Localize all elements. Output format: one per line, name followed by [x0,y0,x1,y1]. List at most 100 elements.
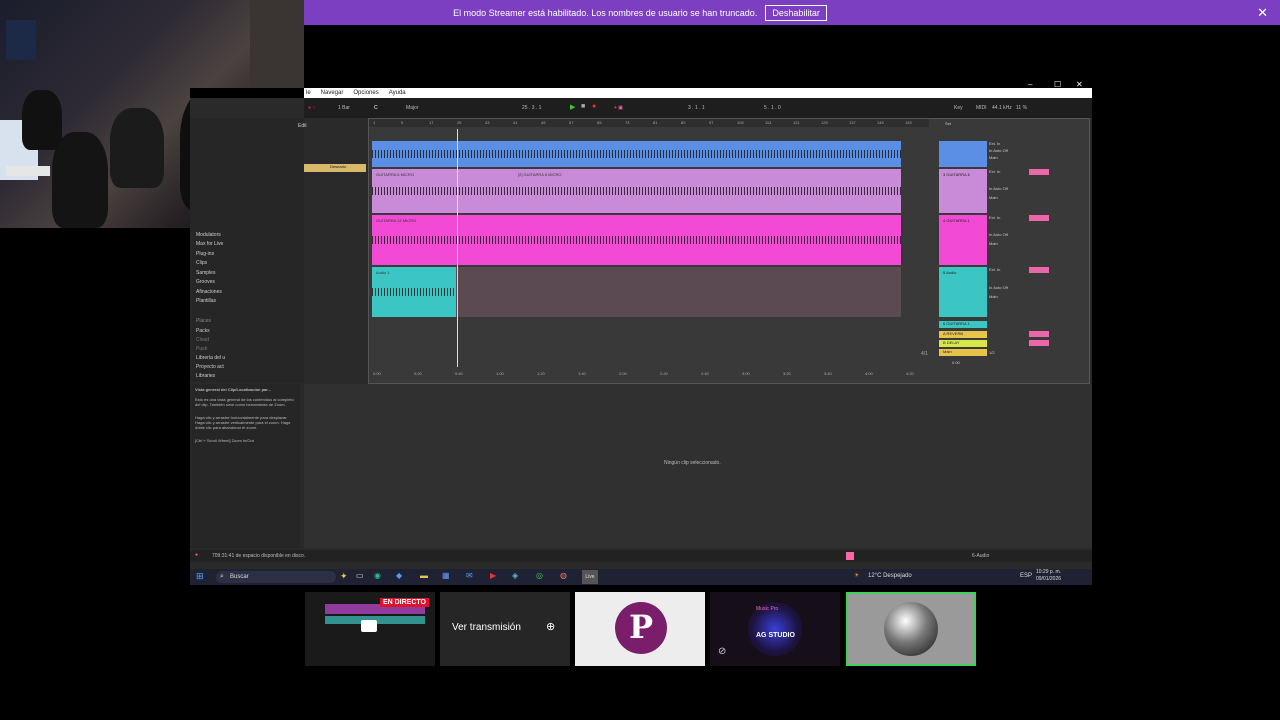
track-4-monitor[interactable]: In Auto Off [989,285,1029,290]
category-samples[interactable]: Samples [196,270,215,276]
whatsapp-icon[interactable]: ◎ [536,571,543,580]
track-header-3[interactable]: 4 GUITARRA 1 [939,215,987,265]
menu-navegar[interactable]: Navegar [319,90,344,96]
search-box[interactable]: ⌕ Buscar [216,571,336,583]
track-1-monitor[interactable]: In Auto Off [989,148,1029,153]
place-places[interactable]: Places [196,318,211,324]
volume-slider-b[interactable] [1029,340,1049,346]
menu-opciones[interactable]: Opciones [351,90,378,96]
key-select[interactable]: C [374,105,378,111]
place-packs[interactable]: Packs [196,328,210,334]
place-libraries[interactable]: Libraries [196,373,215,379]
language-indicator[interactable]: ESP [1020,573,1032,579]
place-user-library[interactable]: Librería del u [196,355,225,361]
track-1-output[interactable]: Main [989,155,1029,160]
youtube-icon[interactable]: ▶ [490,571,496,580]
place-current-project[interactable]: Proyecto act [196,364,224,370]
thumbnail-watch-stream[interactable]: Ver transmisión ⊕ [440,592,570,666]
clock-time[interactable]: 10:29 p. m. [1036,569,1061,575]
record-icon[interactable]: ● [592,103,596,110]
store-icon[interactable]: ◆ [396,571,402,580]
volume-slider-a[interactable] [1029,331,1049,337]
weather-text[interactable]: 12°C Despejado [868,573,912,579]
track-header-1[interactable] [939,141,987,167]
edge-icon[interactable]: ◉ [374,571,381,580]
thumbnail-live-stream[interactable]: EN DIRECTO [305,592,435,666]
loop-start[interactable]: 3 . 1 . 1 [688,105,705,111]
category-clips[interactable]: Clips [196,260,207,266]
track-2-input[interactable]: Ext. In [989,169,1029,174]
tap-icon[interactable]: ● ○ [308,105,315,111]
return-track-b[interactable]: B DELAY [939,340,987,347]
category-modulators[interactable]: Modulators [196,232,221,238]
category-max-for-live[interactable]: Max for Live [196,241,223,247]
category-afinaciones[interactable]: Afinaciones [196,289,222,295]
watch-icon[interactable]: ⊕ [546,620,555,633]
set-button[interactable]: Set [945,121,951,126]
menu-ayuda[interactable]: Ayuda [387,90,406,96]
copilot-icon[interactable]: ✦ [340,571,348,582]
track-3-output[interactable]: Main [989,241,1029,246]
clip-track-3[interactable]: GUITARRA 12 MICRO [372,215,901,265]
playhead[interactable] [457,129,458,367]
automation-icon[interactable]: + ▣ [614,105,623,111]
person-2 [52,132,108,228]
track-4-output[interactable]: Main [989,294,1029,299]
close-icon[interactable]: ✕ [1257,5,1268,21]
clock-date[interactable]: 09/01/2026 [1036,576,1061,582]
clip-track-1[interactable] [372,141,901,167]
start-icon[interactable]: ⊞ [196,571,204,582]
loop-length[interactable]: 5 . 1 . 0 [764,105,781,111]
thumbnail-speaking[interactable] [846,592,976,666]
key-map-button[interactable]: Key [954,105,963,111]
app-icon[interactable]: ◈ [512,571,518,580]
category-plugins[interactable]: Plug-ins [196,251,214,257]
calendar-icon[interactable]: ▦ [442,571,450,580]
track-2-monitor[interactable]: In Auto Off [989,186,1029,191]
menu-file[interactable]: le [304,90,311,96]
place-cloud[interactable]: Cloud [196,337,209,343]
category-grooves[interactable]: Grooves [196,279,215,285]
info-icon[interactable]: ● [195,552,198,558]
volume-slider-4[interactable] [1029,267,1049,273]
track-4-input[interactable]: Ext. In [989,267,1029,272]
track-header-4[interactable]: 5 Audio [939,267,987,317]
thumbnail-ag-studio[interactable]: Music Pro AG STUDIO ⊘ [710,592,840,666]
category-plantillas[interactable]: Plantillas [196,298,216,304]
task-view-icon[interactable]: ▭ [356,571,364,580]
clip-color-swatch[interactable] [846,552,854,560]
main-track[interactable]: Main [939,349,987,356]
browser-tag[interactable]: Deseado [304,164,366,172]
chrome-icon[interactable]: ◍ [560,571,567,580]
place-push[interactable]: Push [196,346,207,352]
volume-slider-3[interactable] [1029,215,1049,221]
edit-button[interactable]: Edit [298,123,307,129]
thumbnail-avatar-p[interactable]: P [575,592,705,666]
return-track-1[interactable]: 6 GUITARRA 1 [939,321,987,328]
track-header-2[interactable]: 3 GUITARRA 6 [939,169,987,213]
play-icon[interactable]: ▶ [570,103,575,111]
watch-stream-label[interactable]: Ver transmisión [452,622,521,633]
quantize-select[interactable]: 1 Bar [338,105,350,111]
clip-track-2[interactable]: GUITARRA 6 MICRO [2] GUITARRA 6 MICRO [372,169,901,213]
mail-icon[interactable]: ✉ [466,571,473,580]
track-1-input[interactable]: Ext. In [989,141,1029,146]
volume-slider-2[interactable] [1029,169,1049,175]
main-output[interactable]: 1/2 [989,350,1029,355]
audio-clip[interactable]: Audio 1 [372,267,456,317]
track-3-input[interactable]: Ext. In [989,215,1029,220]
clip-track-4[interactable]: Audio 1 [372,267,901,317]
live-app-icon[interactable]: Live [582,570,598,584]
scale-select[interactable]: Major [406,105,419,111]
stop-icon[interactable]: ■ [581,103,585,110]
disable-button[interactable]: Deshabilitar [765,4,827,21]
track-2-output[interactable]: Main [989,195,1029,200]
song-position[interactable]: 25 . 3 . 1 [522,105,541,111]
midi-map-button[interactable]: MIDI [976,105,987,111]
time-ruler[interactable]: 0:00 0:20 0:40 1:00 1:20 1:40 2:00 2:20 2:40 3:00… [369,369,929,379]
track-3-monitor[interactable]: In Auto Off [989,232,1029,237]
folder-icon[interactable]: ▬ [420,571,428,580]
master-volume[interactable]: 0.00 [952,360,992,365]
bar-ruler[interactable]: 1 9 17 25 33 41 49 57 65 73 81 89 97 105 113 121 129 137 1… [369,119,929,127]
return-track-a[interactable]: A REVERB [939,331,987,338]
